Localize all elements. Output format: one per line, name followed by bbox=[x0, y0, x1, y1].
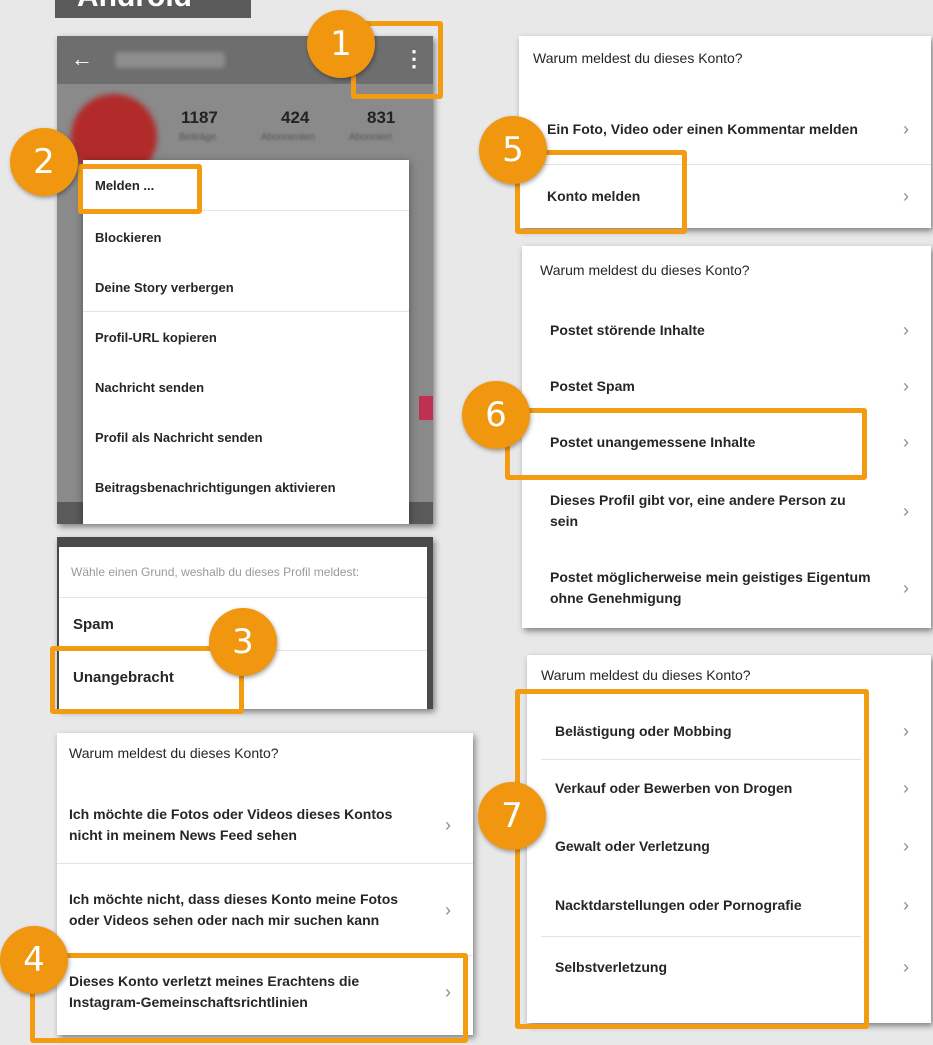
panel7-question: Warum meldest du dieses Konto? bbox=[541, 667, 751, 683]
chevron-right-icon: › bbox=[445, 814, 451, 835]
os-label: Android bbox=[55, 0, 251, 18]
panel5-option-report-content-label: Ein Foto, Video oder einen Kommentar mel… bbox=[547, 120, 858, 137]
stat-posts-value: 1187 bbox=[181, 108, 218, 127]
menu-item-share-profile[interactable]: Profil als Nachricht senden bbox=[83, 412, 409, 462]
panel-divider bbox=[57, 863, 473, 864]
panel4-option-block-view-label: Ich möchte nicht, dass dieses Konto mein… bbox=[69, 891, 399, 928]
chevron-right-icon: › bbox=[903, 185, 909, 206]
menu-item-hide-story-label: Deine Story verbergen bbox=[95, 279, 234, 295]
panel6-option-intellectual-property[interactable]: Postet möglicherweise mein geistiges Eig… bbox=[522, 552, 931, 624]
menu-item-copy-url[interactable]: Profil-URL kopieren bbox=[83, 312, 409, 362]
highlight-step-6 bbox=[505, 408, 867, 480]
step-badge-2: 2 bbox=[10, 128, 78, 196]
menu-item-send-message[interactable]: Nachricht senden bbox=[83, 362, 409, 412]
highlight-step-2 bbox=[78, 164, 202, 214]
step-badge-5: 5 bbox=[479, 116, 547, 184]
stat-following-label: Abonniert bbox=[349, 132, 392, 143]
chevron-right-icon: › bbox=[903, 431, 909, 452]
overflow-menu: Melden ... Blockieren Deine Story verber… bbox=[83, 160, 409, 524]
step-badge-7: 7 bbox=[478, 782, 546, 850]
menu-item-share-profile-label: Profil als Nachricht senden bbox=[95, 429, 263, 445]
panel6-question: Warum meldest du dieses Konto? bbox=[540, 262, 750, 278]
panel6-option-disturbing-label: Postet störende Inhalte bbox=[550, 322, 705, 338]
panel6-option-spam-label: Postet Spam bbox=[550, 378, 635, 394]
stat-followers-label: Abonnenten bbox=[261, 132, 315, 143]
menu-item-block[interactable]: Blockieren bbox=[83, 212, 409, 262]
chevron-right-icon: › bbox=[903, 835, 909, 856]
panel5-question: Warum meldest du dieses Konto? bbox=[533, 50, 743, 66]
stat-followers-value: 424 bbox=[281, 108, 310, 127]
step-badge-3: 3 bbox=[209, 608, 277, 676]
panel4-option-hide-feed-label: Ich möchte die Fotos oder Videos dieses … bbox=[69, 806, 393, 843]
pink-accent bbox=[419, 396, 433, 420]
stat-posts-label: Beiträge bbox=[179, 132, 217, 143]
chevron-right-icon: › bbox=[903, 777, 909, 798]
panel4-option-block-view[interactable]: Ich möchte nicht, dass dieses Konto mein… bbox=[57, 867, 473, 953]
chevron-right-icon: › bbox=[903, 720, 909, 741]
arrow-left-icon[interactable]: ← bbox=[71, 46, 93, 72]
username-blurred bbox=[115, 52, 225, 68]
menu-item-post-notifications-label: Beitragsbenachrichtigungen aktivieren bbox=[95, 479, 336, 495]
highlight-step-4 bbox=[30, 953, 468, 1043]
highlight-step-7 bbox=[515, 689, 869, 1029]
menu-item-block-label: Blockieren bbox=[95, 229, 162, 245]
chevron-right-icon: › bbox=[445, 899, 451, 920]
menu-item-post-notifications[interactable]: Beitragsbenachrichtigungen aktivieren bbox=[83, 462, 409, 512]
chevron-right-icon: › bbox=[903, 956, 909, 977]
stat-following-value: 831 bbox=[367, 108, 396, 127]
panel6-option-spam[interactable]: Postet Spam › bbox=[522, 358, 931, 414]
step-badge-4: 4 bbox=[0, 926, 68, 994]
panel4-option-hide-feed[interactable]: Ich möchte die Fotos oder Videos dieses … bbox=[57, 787, 473, 863]
dialog-divider bbox=[59, 597, 427, 598]
reason-option-spam-label: Spam bbox=[73, 615, 114, 633]
chevron-right-icon: › bbox=[903, 577, 909, 598]
panel6-option-impersonation-label: Dieses Profil gibt vor, eine andere Pers… bbox=[550, 492, 846, 529]
panel4-question: Warum meldest du dieses Konto? bbox=[69, 745, 279, 761]
panel6-option-impersonation[interactable]: Dieses Profil gibt vor, eine andere Pers… bbox=[522, 474, 931, 548]
menu-item-send-message-label: Nachricht senden bbox=[95, 379, 205, 395]
chevron-right-icon: › bbox=[903, 319, 909, 340]
panel6-option-intellectual-property-label: Postet möglicherweise mein geistiges Eig… bbox=[550, 569, 871, 606]
step-badge-1: 1 bbox=[307, 10, 375, 78]
chevron-right-icon: › bbox=[903, 894, 909, 915]
chevron-right-icon: › bbox=[903, 118, 909, 139]
panel6-option-disturbing[interactable]: Postet störende Inhalte › bbox=[522, 302, 931, 358]
menu-item-copy-url-label: Profil-URL kopieren bbox=[95, 329, 217, 345]
menu-item-hide-story[interactable]: Deine Story verbergen bbox=[83, 262, 409, 312]
reason-dialog-prompt: Wähle einen Grund, weshalb du dieses Pro… bbox=[71, 565, 360, 579]
chevron-right-icon: › bbox=[903, 500, 909, 521]
profile-screen: ← ⋮ 1187 424 831 Beiträge Abonnenten Abo… bbox=[57, 36, 433, 524]
chevron-right-icon: › bbox=[903, 375, 909, 396]
step-badge-6: 6 bbox=[462, 381, 530, 449]
